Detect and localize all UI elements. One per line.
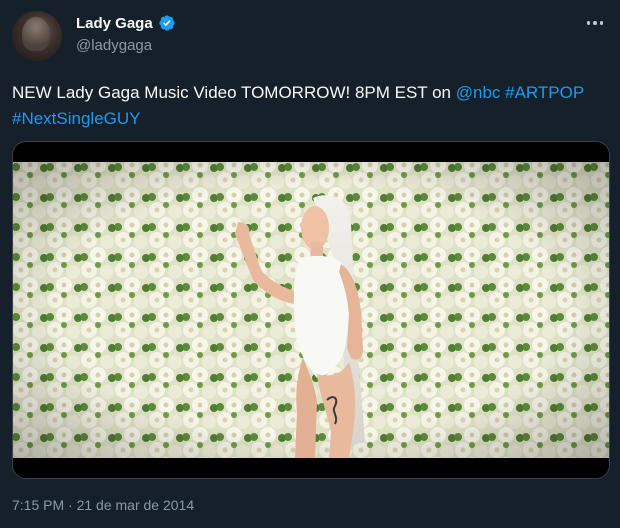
avatar-figure <box>22 17 50 51</box>
tweet-timestamp[interactable]: 7:15 PM · 21 de mar de 2014 <box>12 497 194 513</box>
user-handle[interactable]: @ladygaga <box>76 37 152 54</box>
mention-link[interactable]: @nbc <box>456 83 501 102</box>
tweet-text-body: NEW Lady Gaga Music Video TOMORROW! 8PM … <box>12 83 456 102</box>
media-photo <box>13 142 609 478</box>
hashtag-link-artpop[interactable]: #ARTPOP <box>505 83 584 102</box>
hashtag-link-nextsingleguy[interactable]: #NextSingleGUY <box>12 109 141 128</box>
display-name[interactable]: Lady Gaga <box>76 15 153 32</box>
tweet-text: NEW Lady Gaga Music Video TOMORROW! 8PM … <box>12 80 612 132</box>
more-options-icon[interactable] <box>582 13 608 33</box>
verified-badge-icon[interactable] <box>158 14 176 32</box>
avatar[interactable] <box>12 11 62 61</box>
tweet-media-image[interactable] <box>12 141 610 479</box>
